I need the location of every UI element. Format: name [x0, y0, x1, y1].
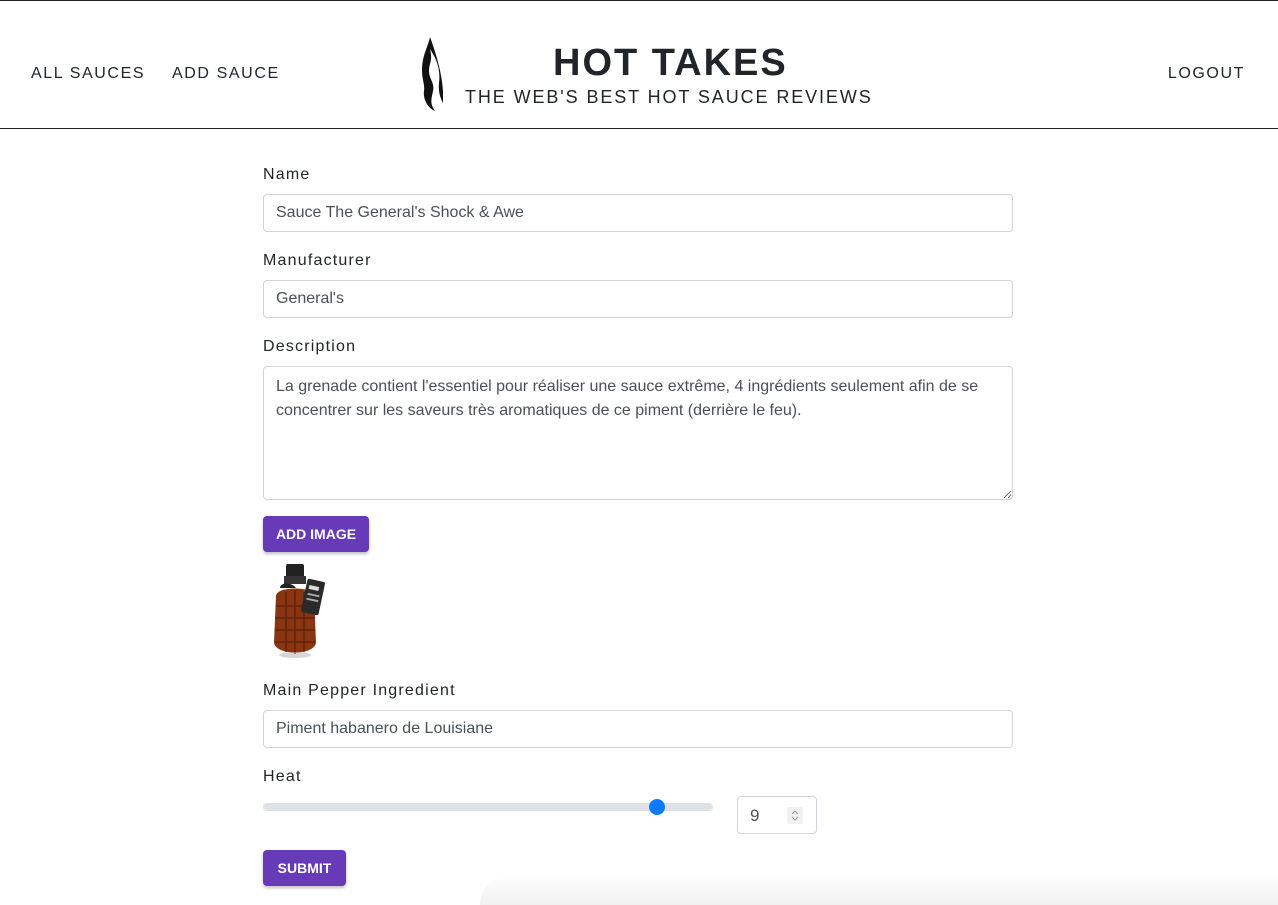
pepper-label: Main Pepper Ingredient — [263, 682, 456, 699]
heat-slider-track[interactable] — [263, 803, 713, 811]
manufacturer-label: Manufacturer — [263, 252, 372, 269]
name-input[interactable] — [263, 194, 1013, 232]
bottom-edge-shadow — [480, 875, 1278, 905]
heat-number-value: 9 — [750, 806, 760, 825]
add-image-button[interactable]: ADD IMAGE — [263, 516, 369, 552]
logout-link[interactable]: LOGOUT — [1168, 64, 1245, 84]
flame-icon — [422, 37, 443, 111]
sauce-image — [274, 564, 325, 658]
name-label: Name — [263, 166, 311, 183]
description-textarea[interactable]: La grenade contient l'essentiel pour réa… — [263, 366, 1013, 500]
nav-add-sauce-link[interactable]: ADD SAUCE — [172, 64, 280, 84]
brand-subtitle: THE WEB'S BEST HOT SAUCE REVIEWS — [465, 87, 873, 107]
pepper-input[interactable] — [263, 710, 1013, 748]
nav-all-sauces-link[interactable]: ALL SAUCES — [31, 64, 145, 84]
heat-slider-thumb[interactable] — [648, 799, 665, 815]
manufacturer-input[interactable] — [263, 280, 1013, 318]
brand-title: HOT TAKES — [553, 42, 788, 84]
top-navbar: ALL SAUCES ADD SAUCE HOT TAKES THE WEB'S… — [0, 0, 1278, 129]
submit-button[interactable]: SUBMIT — [263, 850, 346, 886]
spinner-arrows-icon[interactable] — [787, 807, 803, 824]
description-label: Description — [263, 338, 357, 355]
heat-label: Heat — [263, 768, 302, 785]
heat-number-input[interactable]: 9 — [737, 796, 817, 834]
